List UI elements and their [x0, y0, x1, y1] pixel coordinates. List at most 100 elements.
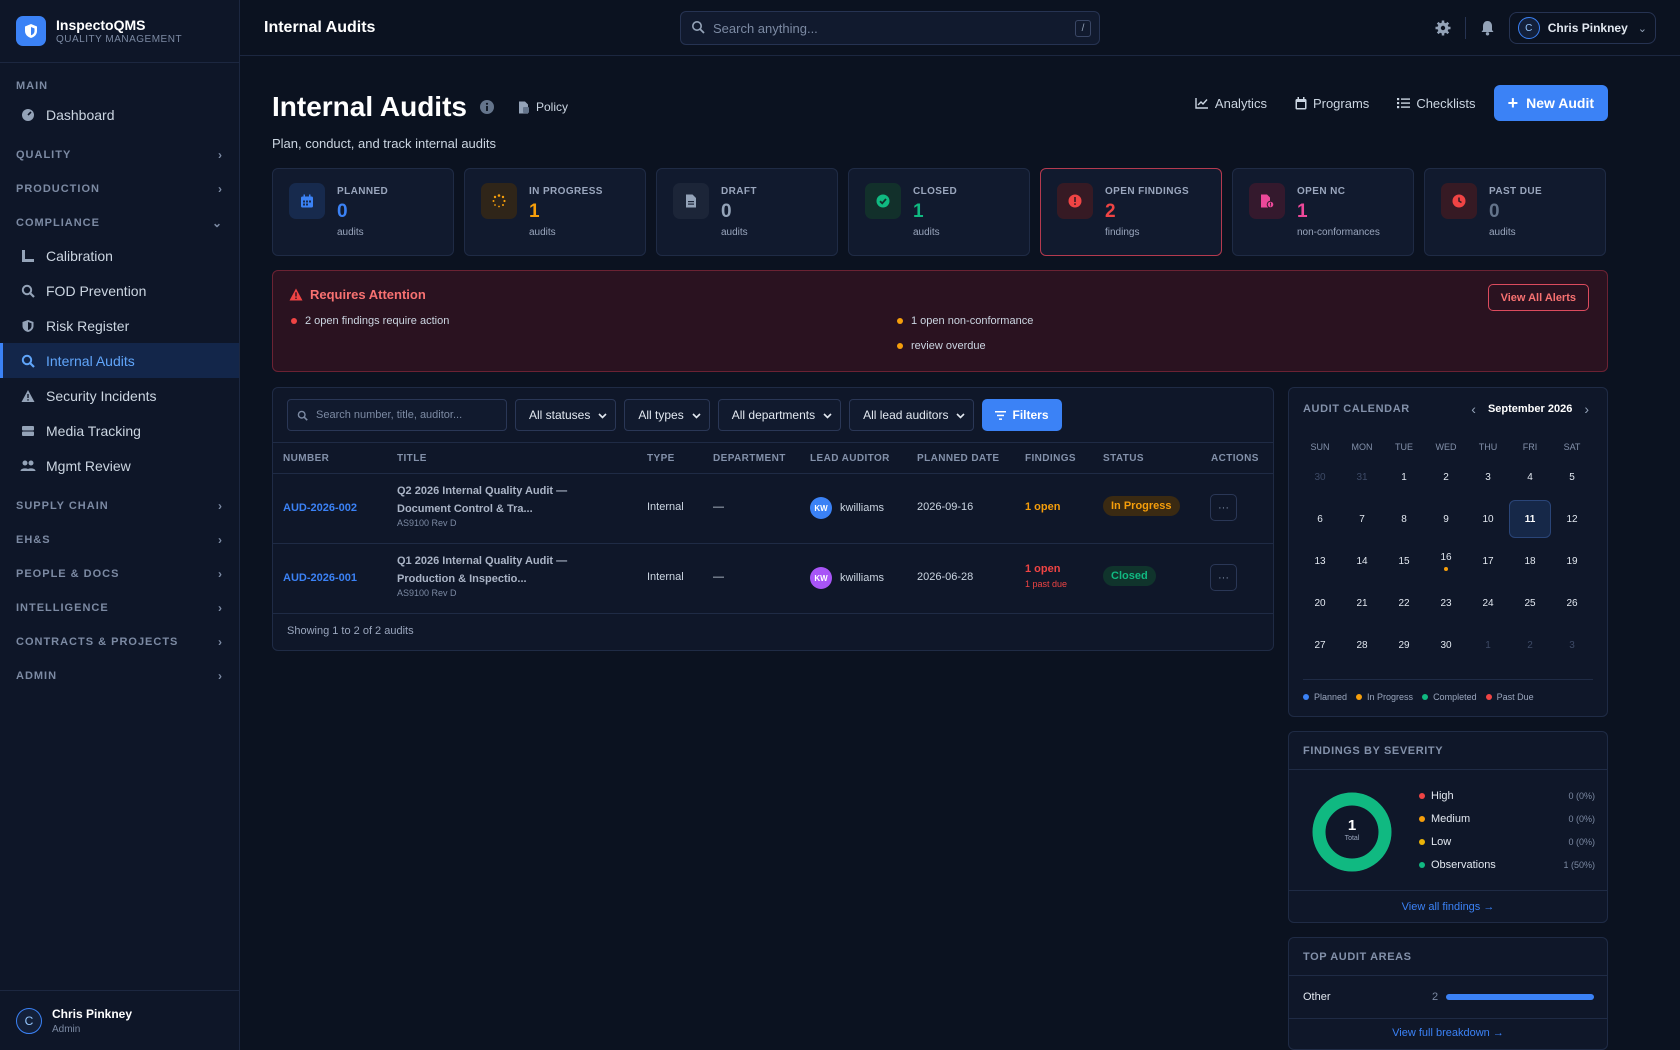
calendar-day[interactable]: 1 — [1383, 458, 1425, 496]
nav-section-people-docs[interactable]: PEOPLE & DOCS › — [0, 565, 239, 583]
calendar-day[interactable]: 30 — [1299, 458, 1341, 496]
audit-number-link[interactable]: AUD-2026-002 — [283, 502, 357, 514]
view-all-findings-link[interactable]: View all findings → — [1289, 901, 1607, 913]
sidebar-item-risk-register[interactable]: Risk Register — [0, 308, 239, 343]
row-actions-button[interactable]: ··· — [1210, 564, 1237, 591]
calendar-day-with-event[interactable]: 16 — [1425, 542, 1467, 580]
analytics-button[interactable]: Analytics — [1195, 96, 1267, 111]
calendar-day[interactable]: 27 — [1299, 626, 1341, 664]
view-full-breakdown-link[interactable]: View full breakdown → — [1289, 1027, 1607, 1039]
calendar-day[interactable]: 29 — [1383, 626, 1425, 664]
calendar-day[interactable]: 24 — [1467, 584, 1509, 622]
calendar-day[interactable]: 13 — [1299, 542, 1341, 580]
sidebar-item-dashboard[interactable]: Dashboard — [0, 97, 239, 132]
sidebar-item-security-incidents[interactable]: Security Incidents — [0, 378, 239, 413]
attention-item[interactable]: 1 open non-conformance — [897, 315, 1033, 327]
calendar-day[interactable]: 6 — [1299, 500, 1341, 538]
calendar-day[interactable]: 31 — [1341, 458, 1383, 496]
table-search-input[interactable]: Search number, title, auditor... — [287, 399, 507, 431]
stat-in-progress[interactable]: IN PROGRESS 1 audits — [464, 168, 646, 256]
sidebar-item-fod-prevention[interactable]: FOD Prevention — [0, 273, 239, 308]
severity-row-high[interactable]: High 0 (0%) — [1419, 790, 1595, 802]
column-header[interactable]: PLANNED DATE — [917, 453, 999, 464]
calendar-day[interactable]: 8 — [1383, 500, 1425, 538]
type-filter-select[interactable]: All types — [624, 399, 710, 431]
stat-draft[interactable]: DRAFT 0 audits — [656, 168, 838, 256]
calendar-day[interactable]: 23 — [1425, 584, 1467, 622]
filters-button[interactable]: Filters — [982, 399, 1062, 431]
calendar-day[interactable]: 30 — [1425, 626, 1467, 664]
row-actions-button[interactable]: ··· — [1210, 494, 1237, 521]
audit-title[interactable]: Q1 2026 Internal Quality Audit — Product… — [397, 552, 567, 598]
calendar-day[interactable]: 26 — [1551, 584, 1593, 622]
policy-link[interactable]: Policy — [517, 100, 568, 114]
stat-open-findings[interactable]: OPEN FINDINGS 2 findings — [1040, 168, 1222, 256]
column-header[interactable]: TITLE — [397, 453, 427, 464]
nav-section-production[interactable]: PRODUCTION › — [0, 180, 239, 198]
severity-row-medium[interactable]: Medium 0 (0%) — [1419, 813, 1595, 825]
calendar-day[interactable]: 20 — [1299, 584, 1341, 622]
chevron-right-icon[interactable]: › — [1584, 401, 1589, 417]
sidebar-item-media-tracking[interactable]: Media Tracking — [0, 413, 239, 448]
sidebar-item-internal-audits[interactable]: Internal Audits — [0, 343, 239, 378]
table-row[interactable]: AUD-2026-002 Q2 2026 Internal Quality Au… — [273, 474, 1273, 544]
department-filter-select[interactable]: All departments — [717, 399, 842, 431]
calendar-day[interactable]: 17 — [1467, 542, 1509, 580]
audit-title[interactable]: Q2 2026 Internal Quality Audit — Documen… — [397, 482, 567, 528]
lead-auditor-filter-select[interactable]: All lead auditors — [849, 399, 975, 431]
stat-open-nc[interactable]: OPEN NC 1 non-conformances — [1232, 168, 1414, 256]
checklists-button[interactable]: Checklists — [1397, 96, 1476, 111]
nav-section-supply-chain[interactable]: SUPPLY CHAIN › — [0, 497, 239, 515]
sidebar-item-calibration[interactable]: Calibration — [0, 238, 239, 273]
nav-section-intelligence[interactable]: INTELLIGENCE › — [0, 599, 239, 617]
nav-section-admin[interactable]: ADMIN › — [0, 667, 239, 685]
calendar-day[interactable]: 15 — [1383, 542, 1425, 580]
calendar-day[interactable]: 14 — [1341, 542, 1383, 580]
nav-section-quality[interactable]: QUALITY › — [0, 146, 239, 164]
nav-section-ehs[interactable]: EH&S › — [0, 531, 239, 549]
info-icon[interactable] — [479, 99, 495, 115]
attention-item[interactable]: review overdue — [897, 340, 986, 352]
programs-button[interactable]: Programs — [1295, 96, 1369, 111]
calendar-day[interactable]: 18 — [1509, 542, 1551, 580]
stat-past-due[interactable]: PAST DUE 0 audits — [1424, 168, 1606, 256]
calendar-day[interactable]: 19 — [1551, 542, 1593, 580]
audit-number-link[interactable]: AUD-2026-001 — [283, 572, 357, 584]
gear-icon[interactable] — [1435, 20, 1451, 36]
calendar-day-today[interactable]: 11 — [1509, 500, 1551, 538]
calendar-day[interactable]: 2 — [1425, 458, 1467, 496]
column-header[interactable]: STATUS — [1103, 453, 1144, 464]
calendar-day[interactable]: 5 — [1551, 458, 1593, 496]
nav-section-compliance[interactable]: COMPLIANCE ⌄ — [0, 214, 239, 232]
severity-row-low[interactable]: Low 0 (0%) — [1419, 836, 1595, 848]
calendar-day[interactable]: 4 — [1509, 458, 1551, 496]
column-header[interactable]: NUMBER — [283, 453, 329, 464]
calendar-day[interactable]: 12 — [1551, 500, 1593, 538]
calendar-day[interactable]: 3 — [1467, 458, 1509, 496]
table-row[interactable]: AUD-2026-001 Q1 2026 Internal Quality Au… — [273, 544, 1273, 614]
nav-section-contracts[interactable]: CONTRACTS & PROJECTS › — [0, 633, 239, 651]
stat-planned[interactable]: PLANNED 0 audits — [272, 168, 454, 256]
calendar-day[interactable]: 7 — [1341, 500, 1383, 538]
sidebar-user[interactable]: C Chris Pinkney Admin — [0, 990, 239, 1050]
chevron-left-icon[interactable]: ‹ — [1471, 401, 1476, 417]
column-header[interactable]: DEPARTMENT — [713, 453, 786, 464]
calendar-day[interactable]: 3 — [1551, 626, 1593, 664]
status-filter-select[interactable]: All statuses — [515, 399, 617, 431]
attention-item[interactable]: 2 open findings require action — [291, 315, 449, 327]
global-search-input[interactable]: Search anything... / — [680, 11, 1100, 45]
sidebar-item-mgmt-review[interactable]: Mgmt Review — [0, 448, 239, 483]
calendar-day[interactable]: 1 — [1467, 626, 1509, 664]
calendar-day[interactable]: 25 — [1509, 584, 1551, 622]
bell-icon[interactable] — [1480, 20, 1495, 36]
new-audit-button[interactable]: + New Audit — [1493, 85, 1608, 121]
calendar-day[interactable]: 22 — [1383, 584, 1425, 622]
stat-closed[interactable]: CLOSED 1 audits — [848, 168, 1030, 256]
brand[interactable]: InspectoQMS QUALITY MANAGEMENT — [0, 0, 239, 63]
column-header[interactable]: FINDINGS — [1025, 453, 1076, 464]
column-header[interactable]: TYPE — [647, 453, 675, 464]
user-menu[interactable]: C Chris Pinkney ⌄ — [1508, 12, 1656, 44]
calendar-day[interactable]: 2 — [1509, 626, 1551, 664]
column-header[interactable]: LEAD AUDITOR — [810, 453, 890, 464]
calendar-day[interactable]: 10 — [1467, 500, 1509, 538]
